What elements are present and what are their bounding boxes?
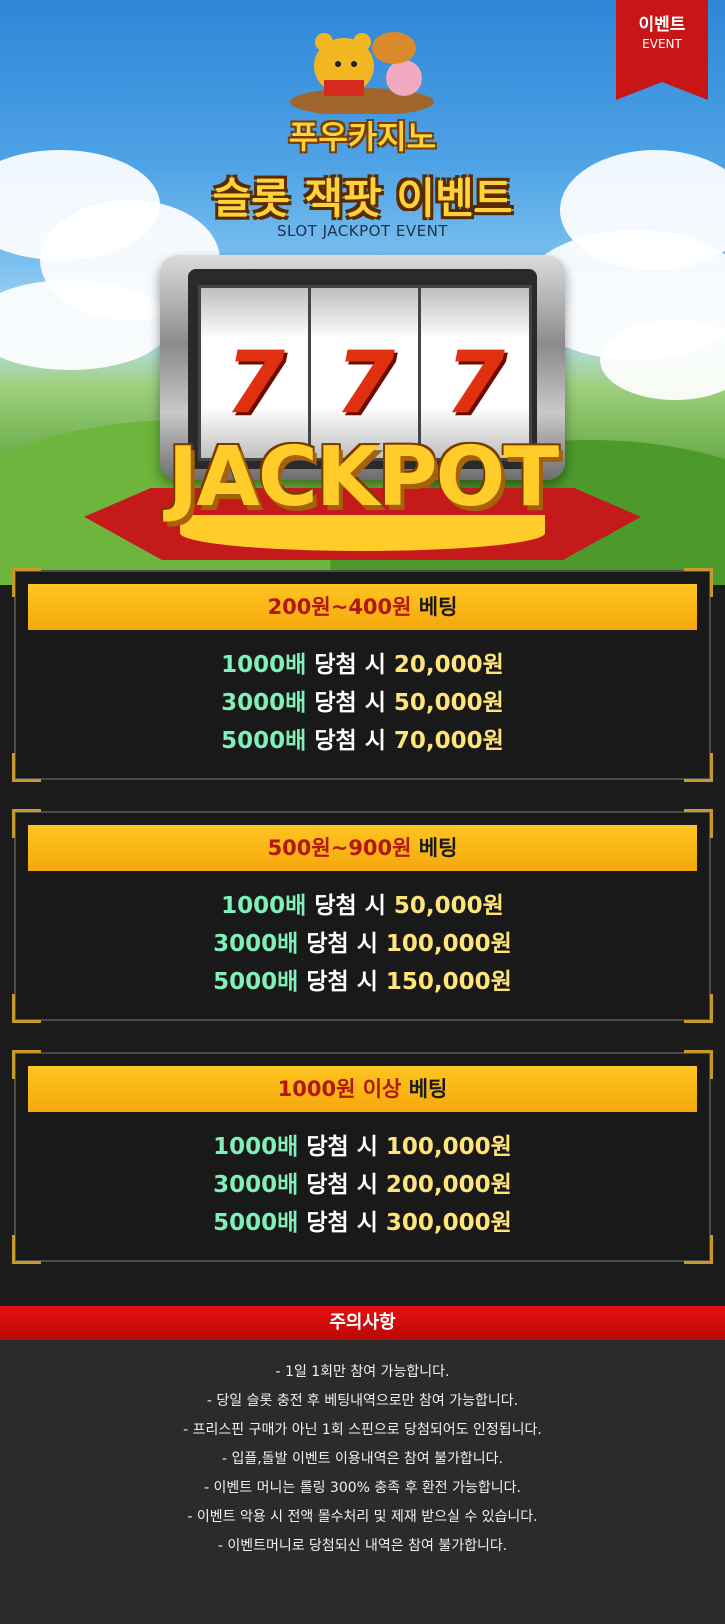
event-title: 슬롯 잭팟 이벤트: [212, 174, 513, 223]
tier-panel: 500원~900원 베팅 1000배 당첨 시 50,000원 3000배 당첨…: [12, 809, 713, 1023]
multiplier: 1000배: [221, 893, 307, 919]
tier-row: 5000배 당첨 시 150,000원: [14, 963, 711, 1001]
notice-item: - 이벤트머니로 당첨되신 내역은 참여 불가합니다.: [217, 1538, 508, 1554]
notice-title: 주의사항: [0, 1306, 725, 1340]
tier-bet-range: 200원~400원: [267, 595, 412, 619]
payout-amount: 100,000원: [385, 931, 512, 957]
tier-row: 5000배 당첨 시 300,000원: [14, 1204, 711, 1242]
notice-section: - 1일 1회만 참여 가능합니다. - 당일 슬롯 충전 후 베팅내역으로만 …: [0, 1340, 725, 1624]
win-label: 당첨 시: [314, 728, 386, 754]
event-badge-subtitle: EVENT: [642, 37, 682, 51]
reel-symbol: 7: [335, 333, 395, 433]
tier-panel: 200원~400원 베팅 1000배 당첨 시 20,000원 3000배 당첨…: [12, 568, 713, 782]
tier-panel: 1000원 이상 베팅 1000배 당첨 시 100,000원 3000배 당첨…: [12, 1050, 713, 1264]
tier-row: 3000배 당첨 시 200,000원: [14, 1166, 711, 1204]
multiplier: 1000배: [221, 652, 307, 678]
notice-list: - 1일 1회만 참여 가능합니다. - 당일 슬롯 충전 후 베팅내역으로만 …: [0, 1358, 725, 1561]
notice-item: - 입플,돌발 이벤트 이용내역은 참여 불가합니다.: [222, 1451, 503, 1467]
tier-row: 1000배 당첨 시 20,000원: [14, 646, 711, 684]
tier-bet-range: 500원~900원: [267, 836, 412, 860]
tier-row: 3000배 당첨 시 50,000원: [14, 684, 711, 722]
tier-rows: 1000배 당첨 시 100,000원 3000배 당첨 시 200,000원 …: [14, 1128, 711, 1242]
tier-rows: 1000배 당첨 시 50,000원 3000배 당첨 시 100,000원 5…: [14, 887, 711, 1001]
tier-bet-suffix: 베팅: [418, 836, 458, 860]
payout-amount: 70,000원: [393, 728, 504, 754]
tier-header: 1000원 이상 베팅: [28, 1066, 697, 1112]
notice-item: - 이벤트 악용 시 전액 몰수처리 및 제재 받으실 수 있습니다.: [187, 1509, 538, 1525]
payout-amount: 100,000원: [385, 1134, 512, 1160]
notice-item: - 프리스핀 구매가 아닌 1회 스핀으로 당첨되어도 인정됩니다.: [183, 1422, 542, 1438]
tier-row: 1000배 당첨 시 50,000원: [14, 887, 711, 925]
multiplier: 5000배: [221, 728, 307, 754]
tier-row: 5000배 당첨 시 70,000원: [14, 722, 711, 760]
tier-bet-suffix: 베팅: [418, 595, 458, 619]
tier-row: 3000배 당첨 시 100,000원: [14, 925, 711, 963]
notice-item: - 이벤트 머니는 롤링 300% 충족 후 환전 가능합니다.: [204, 1480, 521, 1496]
win-label: 당첨 시: [306, 1210, 378, 1236]
win-label: 당첨 시: [306, 1134, 378, 1160]
payout-amount: 150,000원: [385, 969, 512, 995]
tier-rows: 1000배 당첨 시 20,000원 3000배 당첨 시 50,000원 50…: [14, 646, 711, 760]
multiplier: 3000배: [213, 1172, 299, 1198]
win-label: 당첨 시: [306, 931, 378, 957]
mascot-image: [290, 32, 434, 114]
payout-amount: 300,000원: [385, 1210, 512, 1236]
payout-amount: 20,000원: [393, 652, 504, 678]
tier-header: 200원~400원 베팅: [28, 584, 697, 630]
brand-title: 푸우카지노: [288, 118, 437, 156]
win-label: 당첨 시: [314, 652, 386, 678]
notice-item: - 당일 슬롯 충전 후 베팅내역으로만 참여 가능합니다.: [206, 1393, 519, 1409]
win-label: 당첨 시: [314, 893, 386, 919]
reel-symbol: 7: [225, 333, 285, 433]
notice-item: - 1일 1회만 참여 가능합니다.: [275, 1364, 450, 1380]
reel-symbol: 7: [445, 333, 505, 433]
multiplier: 3000배: [213, 931, 299, 957]
win-label: 당첨 시: [306, 1172, 378, 1198]
payout-amount: 50,000원: [393, 690, 504, 716]
cloud: [600, 320, 725, 400]
multiplier: 3000배: [221, 690, 307, 716]
tier-row: 1000배 당첨 시 100,000원: [14, 1128, 711, 1166]
win-label: 당첨 시: [306, 969, 378, 995]
payout-amount: 200,000원: [385, 1172, 512, 1198]
jackpot-text: JACKPOT: [167, 430, 559, 525]
event-badge-title: 이벤트: [638, 15, 686, 35]
event-subtitle: SLOT JACKPOT EVENT: [277, 222, 448, 240]
multiplier: 1000배: [213, 1134, 299, 1160]
tier-bet-suffix: 베팅: [408, 1077, 448, 1101]
payout-amount: 50,000원: [393, 893, 504, 919]
tier-header: 500원~900원 베팅: [28, 825, 697, 871]
multiplier: 5000배: [213, 969, 299, 995]
win-label: 당첨 시: [314, 690, 386, 716]
tier-bet-range: 1000원 이상: [277, 1077, 402, 1101]
multiplier: 5000배: [213, 1210, 299, 1236]
